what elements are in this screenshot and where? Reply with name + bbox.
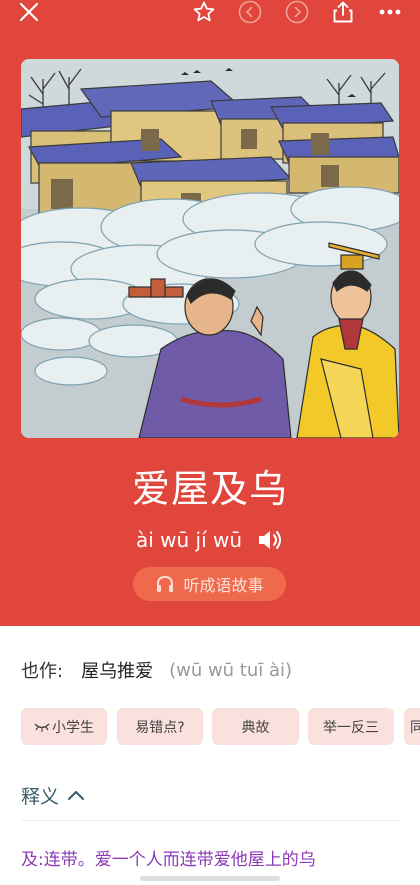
listen-story-button[interactable]: 听成语故事 bbox=[133, 567, 286, 601]
section-divider bbox=[21, 820, 399, 821]
listen-story-label: 听成语故事 bbox=[183, 576, 264, 595]
alias-pinyin: (wū wū tuī ài) bbox=[169, 659, 293, 681]
tag-elementary[interactable]: 小学生 bbox=[21, 708, 107, 745]
share-icon bbox=[333, 1, 353, 23]
tag-common-mistakes[interactable]: 易错点? bbox=[117, 708, 203, 745]
favorite-button[interactable] bbox=[190, 0, 218, 24]
close-icon bbox=[19, 2, 39, 22]
home-indicator[interactable] bbox=[140, 876, 280, 881]
pinyin-row: ài wū jí wū bbox=[0, 526, 420, 554]
idiom-hero: 爱屋及乌 ài wū jí wū 听成语故事 bbox=[0, 0, 420, 626]
tag-analogy[interactable]: 举一反三 bbox=[308, 708, 394, 745]
alias-row: 也作: 屋乌推爱 (wū wū tuī ài) bbox=[21, 658, 293, 683]
idiom-pinyin: ài wū jí wū bbox=[135, 528, 243, 552]
tag-label: 小学生 bbox=[52, 719, 94, 736]
tag-allusion[interactable]: 典故 bbox=[212, 708, 299, 745]
alias-value: 屋乌推爱 bbox=[81, 661, 154, 682]
tag-label: 易错点? bbox=[135, 719, 185, 736]
idiom-illustration bbox=[21, 59, 399, 438]
circle-chevron-left-icon bbox=[238, 0, 262, 24]
circle-chevron-right-icon bbox=[285, 0, 309, 24]
more-horizontal-icon bbox=[379, 9, 401, 15]
share-button[interactable] bbox=[329, 0, 357, 24]
previous-idiom-button[interactable] bbox=[236, 0, 264, 24]
toolbar bbox=[0, 0, 420, 28]
eye-closed-icon bbox=[34, 722, 50, 732]
star-outline-icon bbox=[193, 1, 215, 22]
idiom-title: 爱屋及乌 bbox=[131, 467, 288, 511]
tag-label: 典故 bbox=[241, 719, 270, 736]
alias-label: 也作: bbox=[21, 661, 64, 682]
tag-more[interactable]: 同 bbox=[404, 708, 420, 745]
speaker-icon bbox=[259, 531, 282, 549]
tag-strip: 小学生 易错点? 典故 举一反三 同 bbox=[21, 708, 420, 746]
pronounce-button[interactable] bbox=[256, 528, 284, 552]
definition-text: 及:连带。爱一个人而连带爱他屋上的乌 bbox=[21, 850, 316, 870]
close-button[interactable] bbox=[16, 0, 42, 24]
headphones-icon bbox=[157, 575, 174, 592]
tag-label: 同 bbox=[410, 719, 420, 736]
chevron-up-icon bbox=[68, 791, 85, 800]
tag-label: 举一反三 bbox=[323, 719, 379, 736]
more-button[interactable] bbox=[376, 0, 404, 24]
next-idiom-button[interactable] bbox=[283, 0, 311, 24]
section-title: 释义 bbox=[21, 785, 60, 808]
definition-section-toggle[interactable]: 释义 bbox=[21, 782, 85, 808]
